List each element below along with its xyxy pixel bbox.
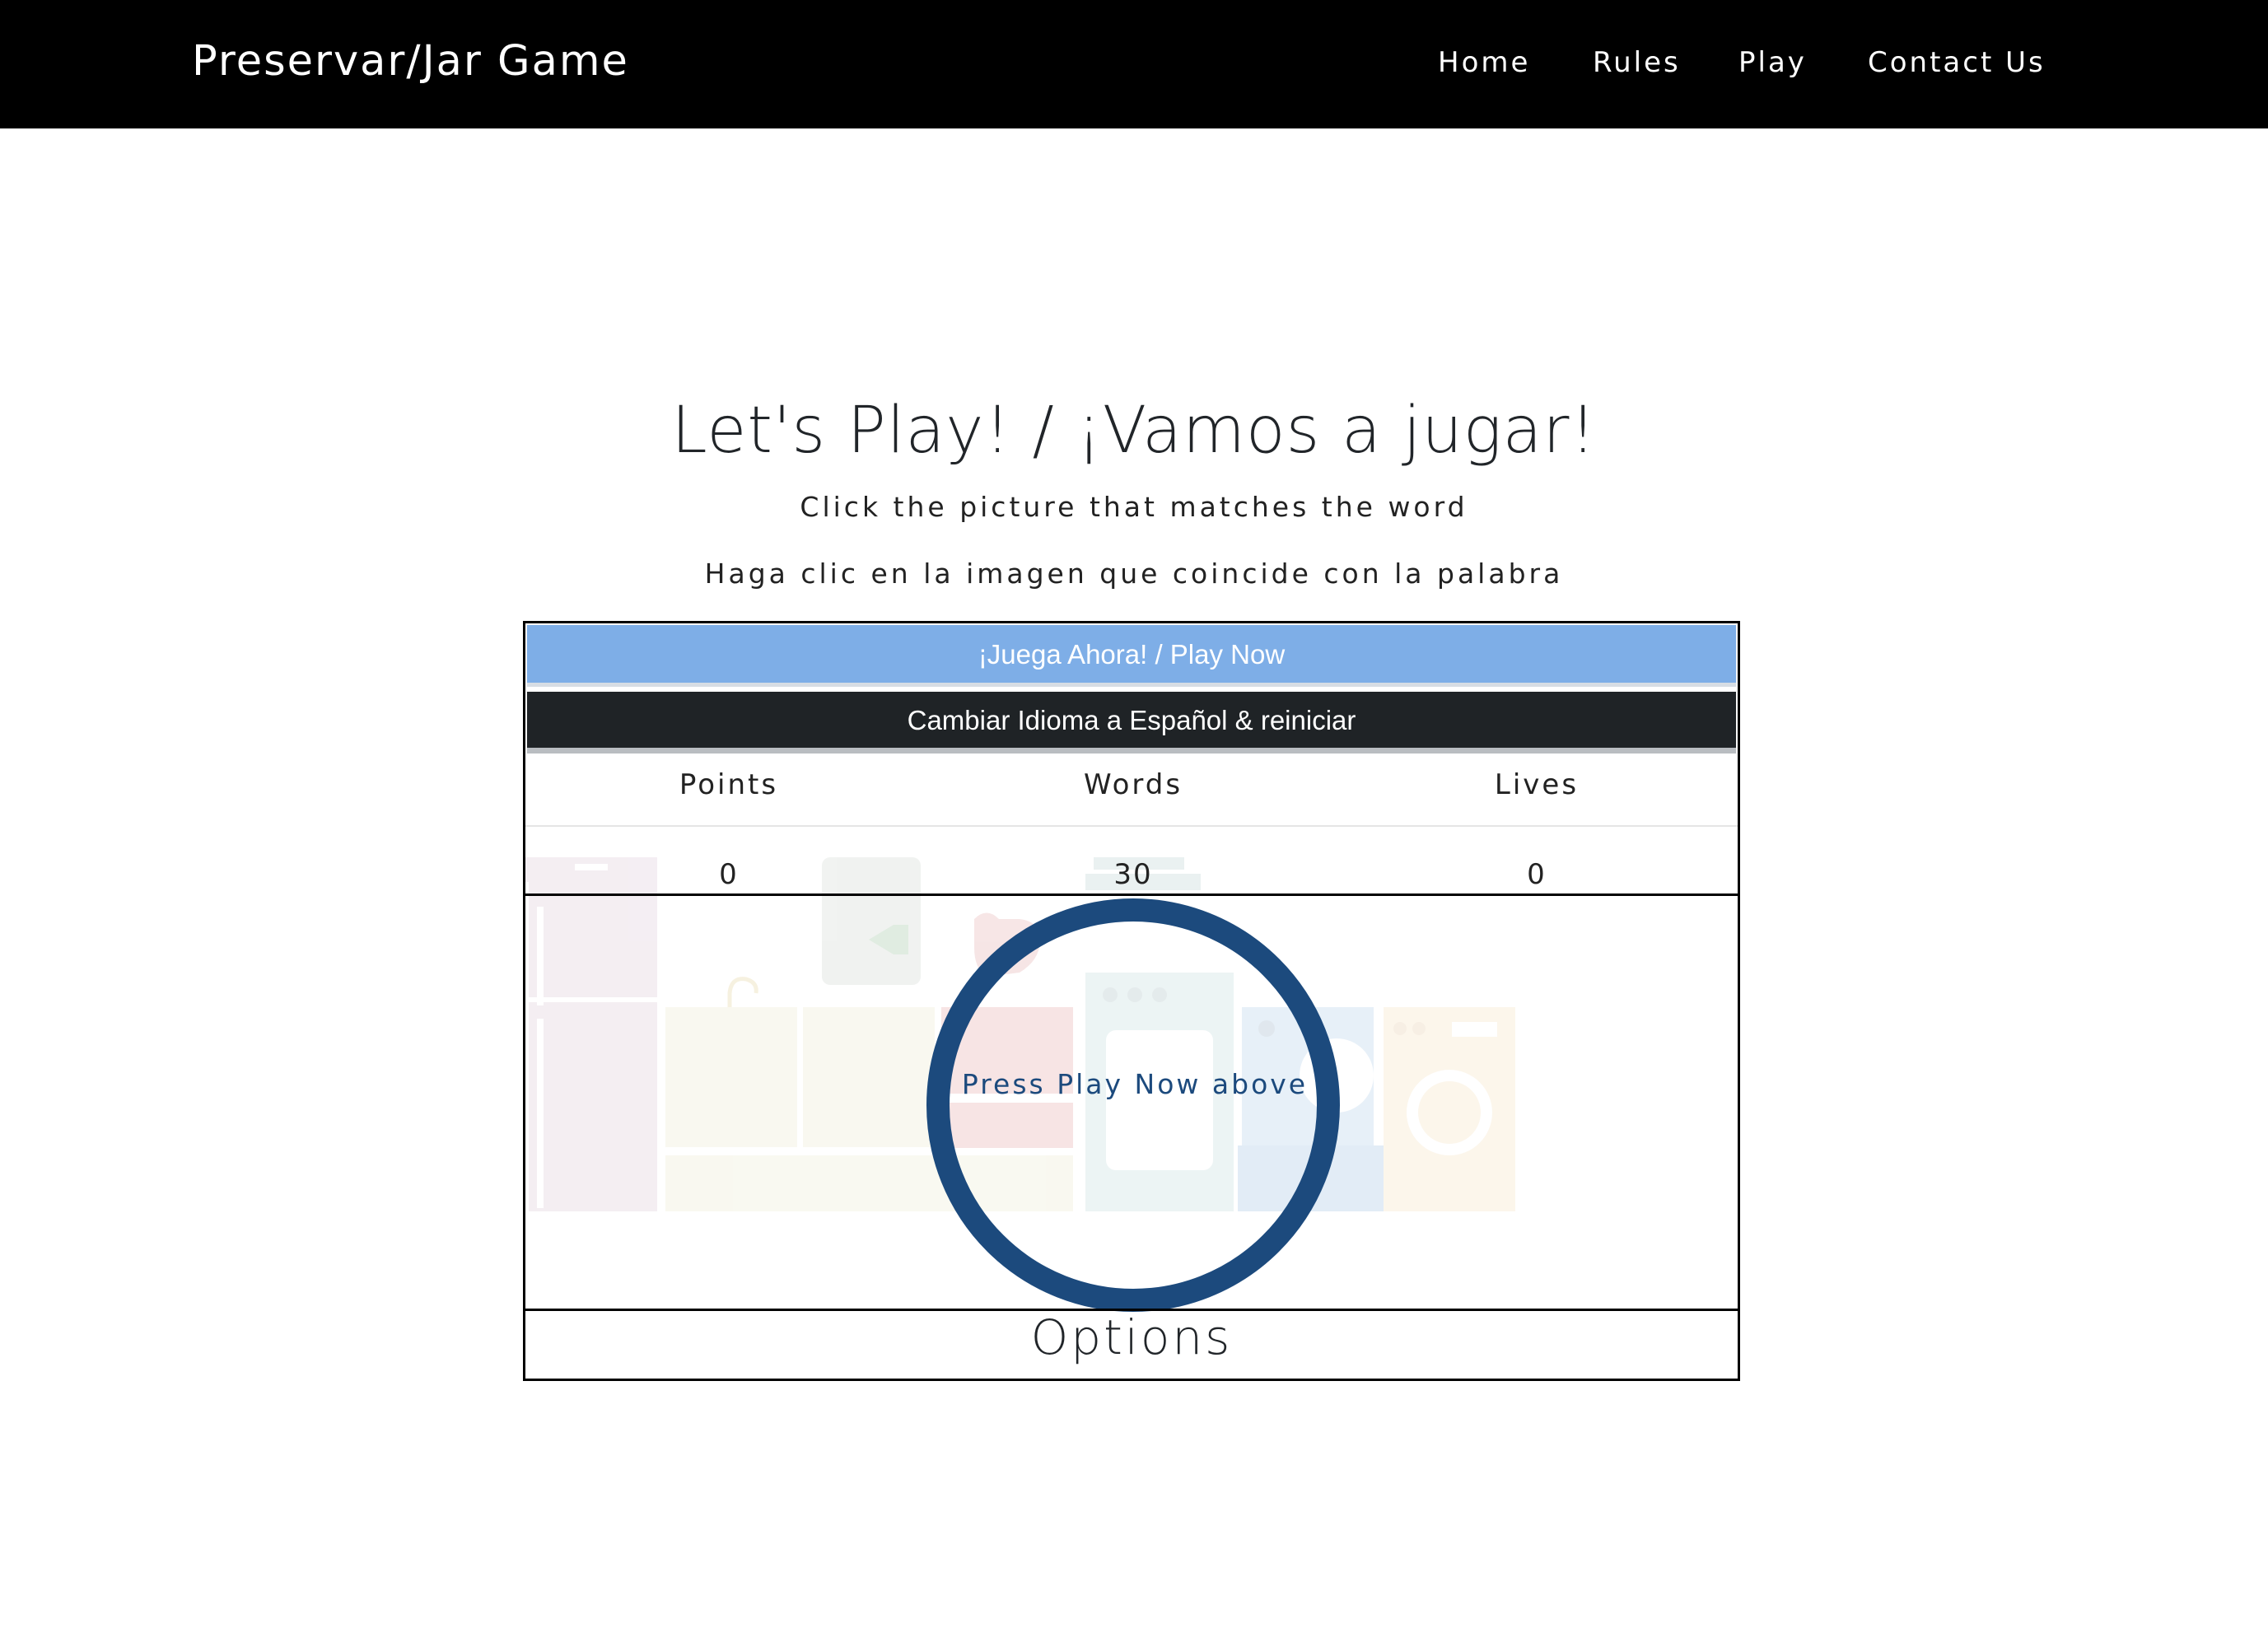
navbar: Preservar/Jar Game Home Rules Play Conta…: [0, 0, 2268, 128]
nav-play-link[interactable]: Play: [1738, 46, 1807, 79]
stats-divider: [525, 825, 1738, 827]
play-now-button[interactable]: ¡Juega Ahora! / Play Now: [527, 625, 1736, 687]
nav-home-link[interactable]: Home: [1438, 46, 1530, 79]
brand-logo[interactable]: Preservar/Jar Game: [192, 37, 629, 86]
prompt-ring: [926, 898, 1340, 1312]
game-board: ¡Juega Ahora! / Play Now Cambiar Idioma …: [523, 621, 1740, 1381]
points-header: Points: [679, 768, 779, 801]
words-header: Words: [1083, 768, 1183, 801]
page-title: Let's Play! / ¡Vamos a jugar!: [671, 394, 1597, 468]
nav-contact-link[interactable]: Contact Us: [1868, 46, 2046, 79]
lives-header: Lives: [1494, 768, 1580, 801]
change-language-button[interactable]: Cambiar Idioma a Español & reiniciar: [527, 692, 1736, 754]
instruction-spanish: Haga clic en la imagen que coincide con …: [704, 558, 1564, 590]
instruction-english: Click the picture that matches the word: [800, 491, 1468, 523]
stats-bottom-border: [525, 893, 1738, 896]
prompt-text: Press Play Now above: [961, 1068, 1309, 1100]
options-heading: Options: [1030, 1309, 1233, 1365]
words-value: 30: [1113, 858, 1153, 891]
lives-value: 0: [1527, 858, 1547, 891]
points-value: 0: [719, 858, 739, 891]
nav-rules-link[interactable]: Rules: [1593, 46, 1681, 79]
